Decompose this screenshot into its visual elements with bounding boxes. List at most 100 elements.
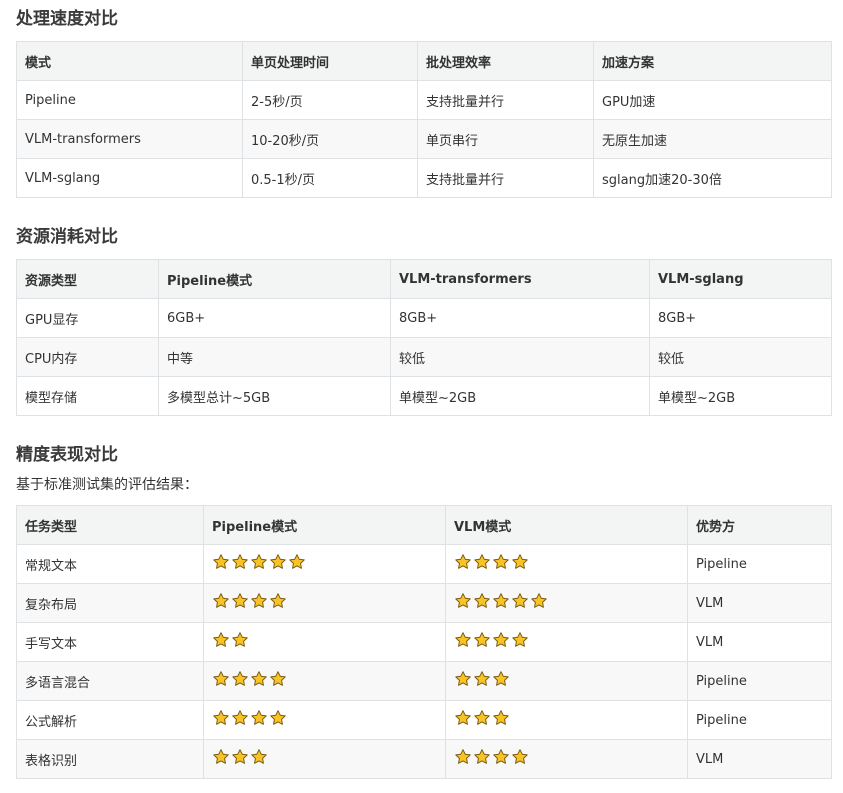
star-icon: [511, 631, 529, 649]
pipeline-rating: [203, 583, 446, 623]
star-icon: [212, 670, 230, 688]
accuracy-table: 任务类型 Pipeline模式 VLM模式 优势方 常规文本 Pipeline 复杂…: [16, 505, 832, 779]
table-header-row: 任务类型 Pipeline模式 VLM模式 优势方: [16, 505, 832, 545]
star-icon: [269, 670, 287, 688]
column-header: VLM模式: [445, 505, 688, 545]
star-icon: [269, 709, 287, 727]
star-rating: [454, 631, 529, 649]
star-icon: [454, 670, 472, 688]
star-icon: [492, 748, 510, 766]
vlm-rating: [445, 544, 688, 584]
table-cell: Pipeline: [687, 544, 832, 584]
star-icon: [212, 553, 230, 571]
star-icon: [473, 631, 491, 649]
table-row: 模型存储 多模型总计~5GB 单模型~2GB 单模型~2GB: [16, 376, 832, 416]
star-icon: [454, 592, 472, 610]
star-icon: [473, 592, 491, 610]
table-row: 表格识别 VLM: [16, 739, 832, 779]
star-icon: [511, 748, 529, 766]
table-cell: 中等: [158, 337, 391, 377]
table-cell: VLM: [687, 583, 832, 623]
table-cell: 模型存储: [16, 376, 159, 416]
star-rating: [454, 553, 529, 571]
star-rating: [454, 670, 510, 688]
vlm-rating: [445, 739, 688, 779]
star-icon: [473, 553, 491, 571]
column-header: 加速方案: [593, 41, 832, 81]
star-rating: [212, 592, 287, 610]
table-cell: 公式解析: [16, 700, 204, 740]
table-row: 常规文本 Pipeline: [16, 544, 832, 584]
star-icon: [212, 592, 230, 610]
speed-table: 模式 单页处理时间 批处理效率 加速方案 Pipeline 2-5秒/页 支持批…: [16, 41, 832, 198]
section-title-resource: 资源消耗对比: [16, 227, 118, 247]
star-icon: [250, 670, 268, 688]
star-icon: [492, 592, 510, 610]
table-cell: 2-5秒/页: [242, 80, 418, 120]
table-cell: VLM: [687, 622, 832, 662]
star-icon: [231, 553, 249, 571]
section-title-speed: 处理速度对比: [16, 9, 118, 29]
table-row: CPU内存 中等 较低 较低: [16, 337, 832, 377]
pipeline-rating: [203, 739, 446, 779]
star-icon: [231, 631, 249, 649]
table-cell: sglang加速20-30倍: [593, 158, 832, 198]
table-cell: GPU加速: [593, 80, 832, 120]
table-row: VLM-transformers 10-20秒/页 单页串行 无原生加速: [16, 119, 832, 159]
star-rating: [454, 748, 529, 766]
star-icon: [250, 553, 268, 571]
column-header: 优势方: [687, 505, 832, 545]
table-row: Pipeline 2-5秒/页 支持批量并行 GPU加速: [16, 80, 832, 120]
star-rating: [212, 748, 268, 766]
table-cell: 支持批量并行: [417, 158, 594, 198]
table-cell: 较低: [649, 337, 832, 377]
table-cell: 10-20秒/页: [242, 119, 418, 159]
column-header: 单页处理时间: [242, 41, 418, 81]
pipeline-rating: [203, 544, 446, 584]
table-cell: 6GB+: [158, 298, 391, 338]
star-rating: [454, 709, 510, 727]
pipeline-rating: [203, 700, 446, 740]
star-icon: [231, 592, 249, 610]
star-icon: [212, 631, 230, 649]
table-cell: 单页串行: [417, 119, 594, 159]
star-icon: [231, 670, 249, 688]
table-cell: 单模型~2GB: [649, 376, 832, 416]
table-cell: 复杂布局: [16, 583, 204, 623]
document: 处理速度对比 模式 单页处理时间 批处理效率 加速方案 Pipeline 2-5…: [0, 0, 843, 779]
star-icon: [212, 748, 230, 766]
column-header: 资源类型: [16, 259, 159, 299]
star-icon: [454, 553, 472, 571]
star-icon: [473, 709, 491, 727]
table-cell: VLM-sglang: [16, 158, 243, 198]
star-icon: [250, 709, 268, 727]
star-icon: [288, 553, 306, 571]
star-icon: [492, 709, 510, 727]
table-cell: 0.5-1秒/页: [242, 158, 418, 198]
column-header: VLM-transformers: [390, 259, 650, 299]
table-cell: Pipeline: [687, 661, 832, 701]
column-header: Pipeline模式: [203, 505, 446, 545]
star-rating: [212, 631, 249, 649]
star-icon: [269, 553, 287, 571]
column-header: 任务类型: [16, 505, 204, 545]
table-cell: GPU显存: [16, 298, 159, 338]
table-cell: 多模型总计~5GB: [158, 376, 391, 416]
table-row: VLM-sglang 0.5-1秒/页 支持批量并行 sglang加速20-30…: [16, 158, 832, 198]
star-icon: [231, 748, 249, 766]
star-icon: [231, 709, 249, 727]
pipeline-rating: [203, 622, 446, 662]
resource-table: 资源类型 Pipeline模式 VLM-transformers VLM-sgl…: [16, 259, 832, 416]
star-icon: [511, 592, 529, 610]
star-icon: [473, 670, 491, 688]
star-rating: [212, 553, 306, 571]
star-icon: [473, 748, 491, 766]
table-cell: VLM-transformers: [16, 119, 243, 159]
star-icon: [492, 631, 510, 649]
star-icon: [530, 592, 548, 610]
star-icon: [250, 748, 268, 766]
star-icon: [250, 592, 268, 610]
star-rating: [212, 709, 287, 727]
star-icon: [454, 709, 472, 727]
column-header: VLM-sglang: [649, 259, 832, 299]
